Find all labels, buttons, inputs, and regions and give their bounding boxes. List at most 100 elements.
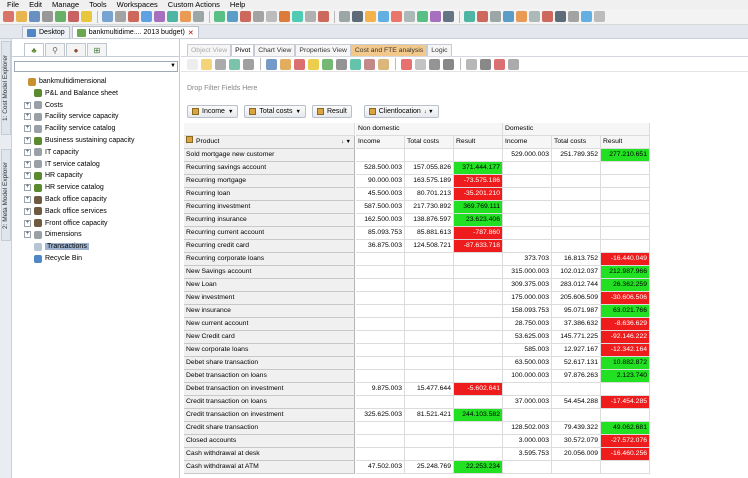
toolbar-button-icon[interactable] bbox=[542, 11, 553, 22]
toolbar-button-icon[interactable] bbox=[529, 11, 540, 22]
expand-toggle-icon[interactable]: + bbox=[24, 172, 31, 180]
toolbar-button-icon[interactable] bbox=[443, 11, 454, 22]
tree-item[interactable]: + Facility service catalog bbox=[24, 123, 115, 134]
toolbar-button-icon[interactable] bbox=[68, 11, 79, 22]
toolbar-button-icon[interactable] bbox=[430, 11, 441, 22]
side-tab-meta-model-explorer[interactable]: 2: Meta Model Explorer bbox=[1, 149, 11, 241]
toolbar-button-icon[interactable] bbox=[141, 11, 152, 22]
chevron-down-icon[interactable]: ▼ bbox=[296, 109, 301, 115]
tree-item[interactable]: + Back office services bbox=[24, 206, 107, 217]
expand-toggle-icon[interactable]: + bbox=[24, 219, 31, 227]
expand-toggle-icon[interactable]: + bbox=[24, 113, 31, 121]
pivot-tool-icon[interactable] bbox=[229, 58, 240, 70]
menu-item-workspaces[interactable]: Workspaces bbox=[112, 0, 163, 9]
toolbar-button-icon[interactable] bbox=[417, 11, 428, 22]
pivot-tool-icon[interactable] bbox=[494, 58, 505, 70]
side-tab-cost-model-explorer[interactable]: 1: Cost Model Explorer bbox=[1, 41, 11, 135]
tree-item[interactable]: P&L and Balance sheet bbox=[24, 88, 118, 99]
explorer-tab-search[interactable]: ⚲ bbox=[45, 43, 65, 56]
toolbar-button-icon[interactable] bbox=[193, 11, 204, 22]
toolbar-button-icon[interactable] bbox=[503, 11, 514, 22]
toolbar-button-icon[interactable] bbox=[167, 11, 178, 22]
tab-pivot[interactable]: Pivot bbox=[231, 44, 255, 56]
tree-item[interactable]: + IT service catalog bbox=[24, 159, 100, 170]
toolbar-button-icon[interactable] bbox=[568, 11, 579, 22]
pivot-tool-icon[interactable] bbox=[187, 58, 198, 70]
toolbar-button-icon[interactable] bbox=[404, 11, 415, 22]
explorer-tab-hierarchy[interactable]: ⊞ bbox=[87, 43, 107, 56]
tree-item[interactable]: bankmultidimensional bbox=[18, 76, 106, 87]
toolbar-button-icon[interactable] bbox=[214, 11, 225, 22]
toolbar-button-icon[interactable] bbox=[115, 11, 126, 22]
tree-item[interactable]: + Front office capacity bbox=[24, 218, 108, 229]
toolbar-button-icon[interactable] bbox=[55, 11, 66, 22]
toolbar-button-icon[interactable] bbox=[3, 11, 14, 22]
toolbar-button-icon[interactable] bbox=[464, 11, 475, 22]
tab-model[interactable]: bankmultidime.... 2013 budget) ✕ bbox=[71, 26, 199, 38]
tree-item[interactable]: + Business sustaining capacity bbox=[24, 135, 135, 146]
pivot-tool-icon[interactable] bbox=[443, 58, 454, 70]
toolbar-button-icon[interactable] bbox=[352, 11, 363, 22]
pivot-tool-icon[interactable] bbox=[466, 58, 477, 70]
tree-item-transactions[interactable]: Transactions bbox=[24, 241, 89, 252]
toolbar-button-icon[interactable] bbox=[477, 11, 488, 22]
toolbar-button-icon[interactable] bbox=[581, 11, 592, 22]
toolbar-button-icon[interactable] bbox=[102, 11, 113, 22]
pivot-tool-icon[interactable] bbox=[336, 58, 347, 70]
data-field-clientlocation[interactable]: Clientlocation ↓ ▼ bbox=[363, 105, 439, 118]
pivot-tool-icon[interactable] bbox=[322, 58, 333, 70]
toolbar-button-icon[interactable] bbox=[365, 11, 376, 22]
expand-toggle-icon[interactable]: + bbox=[24, 160, 31, 168]
pivot-tool-icon[interactable] bbox=[294, 58, 305, 70]
pivot-tool-icon[interactable] bbox=[429, 58, 440, 70]
tree-item[interactable]: + Facility service capacity bbox=[24, 111, 119, 122]
toolbar-button-icon[interactable] bbox=[180, 11, 191, 22]
tab-logic[interactable]: Logic bbox=[427, 44, 452, 56]
toolbar-button-icon[interactable] bbox=[305, 11, 316, 22]
explorer-tab-tree[interactable]: ♣ bbox=[24, 43, 44, 56]
toolbar-button-icon[interactable] bbox=[279, 11, 290, 22]
toolbar-button-icon[interactable] bbox=[339, 11, 350, 22]
tab-properties-view[interactable]: Properties View bbox=[295, 44, 351, 56]
chevron-down-icon[interactable]: ▼ bbox=[228, 109, 233, 115]
tree-item[interactable]: + Costs bbox=[24, 100, 63, 111]
pivot-tool-icon[interactable] bbox=[201, 58, 212, 70]
pivot-tool-icon[interactable] bbox=[364, 58, 375, 70]
toolbar-button-icon[interactable] bbox=[154, 11, 165, 22]
model-selector-dropdown[interactable]: ▼ bbox=[14, 61, 178, 72]
pivot-tool-icon[interactable] bbox=[480, 58, 491, 70]
toolbar-button-icon[interactable] bbox=[128, 11, 139, 22]
data-field-result[interactable]: Result bbox=[311, 105, 352, 118]
expand-toggle-icon[interactable]: + bbox=[24, 231, 31, 239]
expand-toggle-icon[interactable]: + bbox=[24, 184, 31, 192]
tab-chart-view[interactable]: Chart View bbox=[254, 44, 296, 56]
tree-item[interactable]: + HR capacity bbox=[24, 170, 83, 181]
toolbar-button-icon[interactable] bbox=[378, 11, 389, 22]
row-header-product[interactable]: Product ↓ ▼ bbox=[184, 136, 355, 149]
toolbar-button-icon[interactable] bbox=[81, 11, 92, 22]
pivot-tool-icon[interactable] bbox=[378, 58, 389, 70]
tree-item[interactable]: + HR service catalog bbox=[24, 182, 104, 193]
expand-toggle-icon[interactable]: + bbox=[24, 101, 31, 109]
toolbar-button-icon[interactable] bbox=[266, 11, 277, 22]
pivot-tool-icon[interactable] bbox=[508, 58, 519, 70]
menu-item-custom-actions[interactable]: Custom Actions bbox=[163, 0, 225, 9]
expand-toggle-icon[interactable]: + bbox=[24, 148, 31, 156]
toolbar-button-icon[interactable] bbox=[516, 11, 527, 22]
toolbar-button-icon[interactable] bbox=[227, 11, 238, 22]
pivot-tool-icon[interactable] bbox=[350, 58, 361, 70]
tab-object-view[interactable]: Object View bbox=[187, 44, 232, 56]
expand-toggle-icon[interactable]: + bbox=[24, 207, 31, 215]
explorer-tab-shapes[interactable]: ● bbox=[66, 43, 86, 56]
data-field-income[interactable]: Income ▼ bbox=[187, 105, 239, 118]
expand-toggle-icon[interactable]: + bbox=[24, 196, 31, 203]
tree-item[interactable]: + Back office capacity bbox=[24, 194, 107, 205]
tree-item[interactable]: Recycle Bin bbox=[24, 253, 82, 264]
col-group-domestic[interactable]: Domestic bbox=[503, 123, 650, 136]
pivot-tool-icon[interactable] bbox=[280, 58, 291, 70]
menu-item-edit[interactable]: Edit bbox=[24, 0, 47, 9]
tree-item[interactable]: + Dimensions bbox=[24, 229, 82, 240]
tab-desktop[interactable]: Desktop bbox=[22, 26, 70, 38]
filter-drop-zone[interactable]: Drop Filter Fields Here bbox=[187, 85, 257, 92]
toolbar-button-icon[interactable] bbox=[16, 11, 27, 22]
